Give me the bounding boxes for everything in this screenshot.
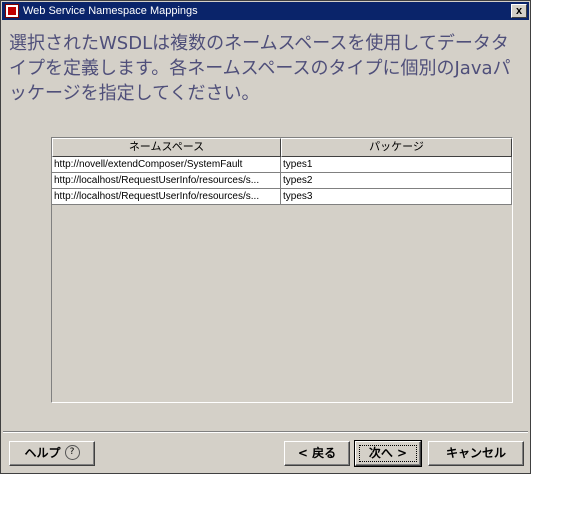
help-button[interactable]: ヘルプ? bbox=[9, 441, 95, 466]
back-button[interactable]: < 戻る bbox=[284, 441, 350, 466]
table-row[interactable]: http://localhost/RequestUserInfo/resourc… bbox=[52, 189, 512, 205]
package-cell[interactable]: types3 bbox=[281, 189, 512, 205]
window-title: Web Service Namespace Mappings bbox=[23, 5, 198, 17]
close-button[interactable]: x bbox=[511, 4, 527, 18]
help-button-label: ヘルプ bbox=[24, 446, 61, 460]
title-bar[interactable]: Web Service Namespace Mappings x bbox=[2, 2, 529, 20]
namespace-cell: http://localhost/RequestUserInfo/resourc… bbox=[52, 173, 281, 189]
help-icon: ? bbox=[64, 445, 80, 460]
button-separator bbox=[3, 431, 528, 433]
app-icon bbox=[5, 4, 19, 18]
namespace-mapping-table: ネームスペース パッケージ http://novell/extendCompos… bbox=[51, 137, 513, 403]
namespace-cell: http://localhost/RequestUserInfo/resourc… bbox=[52, 189, 281, 205]
package-cell[interactable]: types1 bbox=[281, 157, 512, 173]
table-row[interactable]: http://novell/extendComposer/SystemFault… bbox=[52, 157, 512, 173]
table-row[interactable]: http://localhost/RequestUserInfo/resourc… bbox=[52, 173, 512, 189]
namespace-cell: http://novell/extendComposer/SystemFault bbox=[52, 157, 281, 173]
dialog-window: Web Service Namespace Mappings x 選択されたWS… bbox=[0, 0, 531, 474]
instruction-message: 選択されたWSDLは複数のネームスペースを使用してデータタイプを定義します。各ネ… bbox=[9, 33, 511, 104]
focus-ring bbox=[359, 445, 417, 462]
next-button[interactable]: 次へ > bbox=[354, 440, 422, 467]
column-header-package[interactable]: パッケージ bbox=[281, 138, 512, 157]
cancel-button[interactable]: キャンセル bbox=[428, 441, 524, 466]
column-header-namespace[interactable]: ネームスペース bbox=[52, 138, 281, 157]
package-cell[interactable]: types2 bbox=[281, 173, 512, 189]
